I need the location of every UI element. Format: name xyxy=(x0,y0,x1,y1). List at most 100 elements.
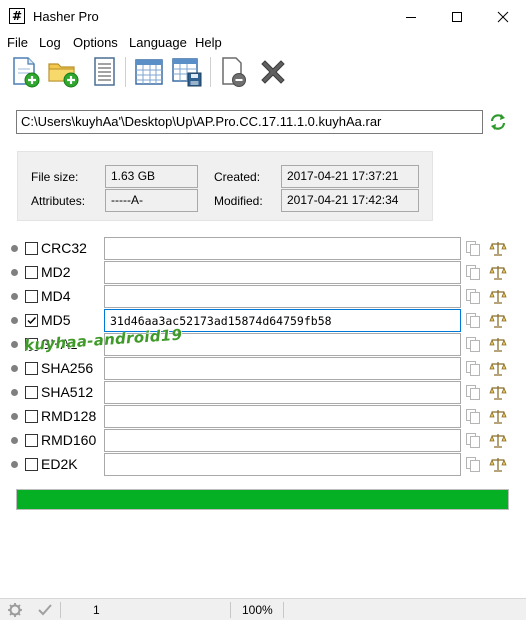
status-dot-icon xyxy=(11,365,18,372)
gear-icon[interactable] xyxy=(7,602,23,618)
refresh-icon[interactable] xyxy=(488,112,508,132)
app-hash-icon: # xyxy=(9,8,25,24)
window-title: Hasher Pro xyxy=(33,9,99,24)
save-table-button[interactable] xyxy=(170,55,204,89)
close-icon xyxy=(497,11,509,23)
attributes-value: -----A- xyxy=(105,189,198,212)
checkbox-md4[interactable] xyxy=(25,290,38,303)
copy-icon[interactable] xyxy=(465,384,481,401)
hash-value-rmd160[interactable] xyxy=(104,429,461,452)
compare-scales-icon[interactable] xyxy=(489,360,507,377)
checkmark-icon xyxy=(27,317,37,325)
checkbox-md2[interactable] xyxy=(25,266,38,279)
clear-button[interactable] xyxy=(216,55,250,89)
checkbox-sha512[interactable] xyxy=(25,386,38,399)
created-label: Created: xyxy=(214,170,261,184)
file-size-label: File size: xyxy=(31,170,79,184)
status-dot-icon xyxy=(11,389,18,396)
copy-icon[interactable] xyxy=(465,264,481,281)
copy-icon[interactable] xyxy=(465,240,481,257)
status-count: 1 xyxy=(93,603,100,617)
minimize-icon xyxy=(406,17,416,18)
save-table-icon xyxy=(172,58,202,87)
hash-value-md2[interactable] xyxy=(104,261,461,284)
checkbox-sha256[interactable] xyxy=(25,362,38,375)
menu-file[interactable]: File xyxy=(7,35,28,50)
status-bar: 1 100% xyxy=(0,598,526,620)
copy-icon[interactable] xyxy=(465,432,481,449)
checkmark-icon[interactable] xyxy=(37,602,53,618)
compare-scales-icon[interactable] xyxy=(489,408,507,425)
close-button[interactable] xyxy=(480,0,526,34)
table-button[interactable] xyxy=(132,55,166,89)
status-separator xyxy=(60,602,61,618)
maximize-button[interactable] xyxy=(434,0,480,34)
maximize-icon xyxy=(452,12,462,22)
copy-icon[interactable] xyxy=(465,288,481,305)
hash-label-md5: MD5 xyxy=(41,312,71,328)
table-icon xyxy=(135,59,163,85)
menu-help[interactable]: Help xyxy=(195,35,222,50)
toolbar-separator xyxy=(210,57,211,87)
clear-document-icon xyxy=(222,57,246,87)
status-dot-icon xyxy=(11,461,18,468)
file-path-field[interactable]: C:\Users\kuyhAa'\Desktop\Up\AP.Pro.CC.17… xyxy=(16,110,483,134)
hash-value-crc32[interactable] xyxy=(104,237,461,260)
hash-label-md4: MD4 xyxy=(41,288,71,304)
status-zoom: 100% xyxy=(242,603,273,617)
minimize-button[interactable] xyxy=(388,0,434,34)
hash-value-ed2k[interactable] xyxy=(104,453,461,476)
open-folder-button[interactable] xyxy=(46,55,80,89)
checkbox-rmd128[interactable] xyxy=(25,410,38,423)
compare-scales-icon[interactable] xyxy=(489,432,507,449)
hash-row-sha256: SHA256 xyxy=(0,357,526,381)
hash-value-sha512[interactable] xyxy=(104,381,461,404)
hash-row-ed2k: ED2K xyxy=(0,453,526,477)
hash-value-rmd128[interactable] xyxy=(104,405,461,428)
copy-icon[interactable] xyxy=(465,456,481,473)
compare-scales-icon[interactable] xyxy=(489,288,507,305)
checkbox-rmd160[interactable] xyxy=(25,434,38,447)
hash-label-crc32: CRC32 xyxy=(41,240,87,256)
menu-log[interactable]: Log xyxy=(39,35,61,50)
document-button[interactable] xyxy=(87,55,121,89)
checkbox-md5[interactable] xyxy=(25,314,38,327)
hash-label-ed2k: ED2K xyxy=(41,456,78,472)
compare-scales-icon[interactable] xyxy=(489,384,507,401)
copy-icon[interactable] xyxy=(465,360,481,377)
hash-row-crc32: CRC32 xyxy=(0,237,526,261)
open-folder-icon xyxy=(48,63,79,88)
menu-language[interactable]: Language xyxy=(129,35,187,50)
progress-bar xyxy=(16,489,509,510)
copy-icon[interactable] xyxy=(465,312,481,329)
compare-scales-icon[interactable] xyxy=(489,336,507,353)
menu-bar: File Log Options Language Help xyxy=(0,34,526,52)
new-file-button[interactable] xyxy=(8,55,42,89)
checkbox-crc32[interactable] xyxy=(25,242,38,255)
compare-scales-icon[interactable] xyxy=(489,240,507,257)
copy-icon[interactable] xyxy=(465,408,481,425)
file-info-panel: File size: 1.63 GB Attributes: -----A- C… xyxy=(17,151,433,221)
hash-row-rmd128: RMD128 xyxy=(0,405,526,429)
status-dot-icon xyxy=(11,341,18,348)
hash-row-md4: MD4 xyxy=(0,285,526,309)
status-dot-icon xyxy=(11,413,18,420)
hash-row-md5: MD5 31d46aa3ac52173ad15874d64759fb58 xyxy=(0,309,526,333)
status-dot-icon xyxy=(11,437,18,444)
progress-bar-fill xyxy=(17,490,508,509)
hash-row-md2: MD2 xyxy=(0,261,526,285)
compare-scales-icon[interactable] xyxy=(489,312,507,329)
checkbox-ed2k[interactable] xyxy=(25,458,38,471)
hash-label-sha512: SHA512 xyxy=(41,384,94,400)
copy-icon[interactable] xyxy=(465,336,481,353)
status-dot-icon xyxy=(11,317,18,324)
compare-scales-icon[interactable] xyxy=(489,264,507,281)
hash-value-md4[interactable] xyxy=(104,285,461,308)
hash-label-rmd160: RMD160 xyxy=(41,432,97,448)
compare-scales-icon[interactable] xyxy=(489,456,507,473)
cancel-button[interactable] xyxy=(256,55,290,89)
menu-options[interactable]: Options xyxy=(73,35,118,50)
toolbar xyxy=(0,53,526,93)
hash-value-sha256[interactable] xyxy=(104,357,461,380)
modified-label: Modified: xyxy=(214,194,263,208)
